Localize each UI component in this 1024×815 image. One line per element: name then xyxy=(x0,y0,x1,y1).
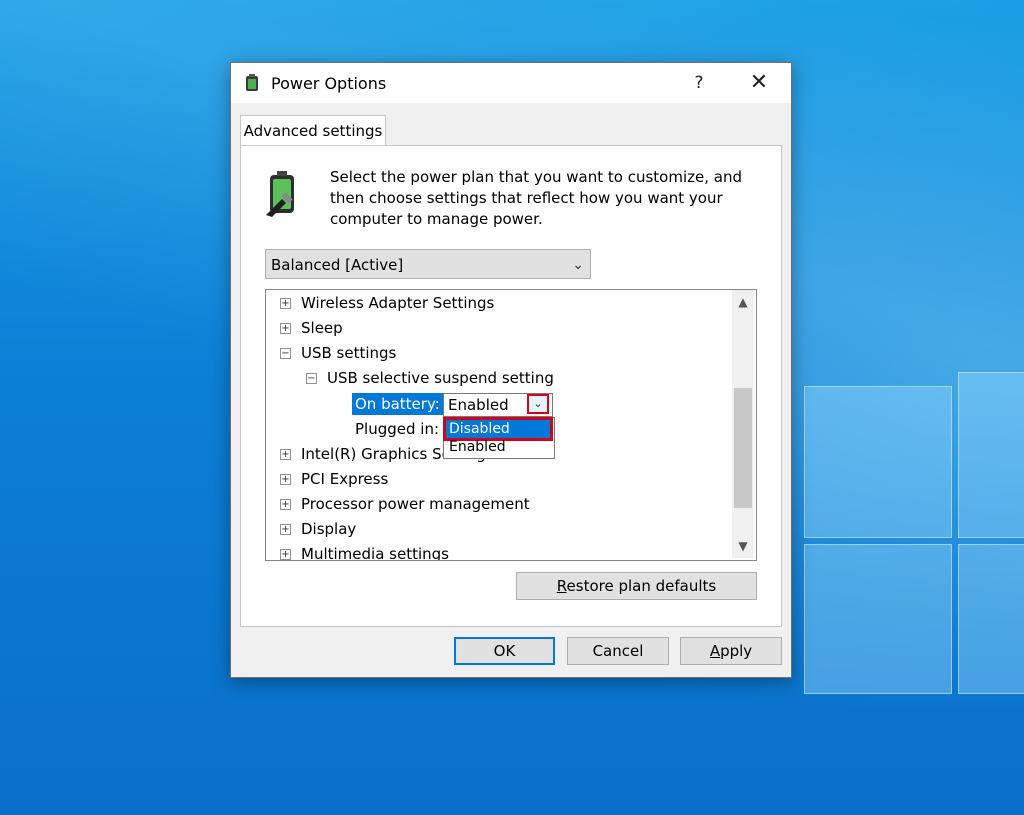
tree-item-label: USB settings xyxy=(301,344,397,362)
expand-icon[interactable]: + xyxy=(280,524,291,535)
tree-item-label: USB selective suspend setting xyxy=(327,369,554,387)
logo-pane xyxy=(958,544,1024,694)
window-title: Power Options xyxy=(271,74,387,93)
expand-icon[interactable]: + xyxy=(280,449,291,460)
power-plan-select[interactable]: Balanced [Active] ⌄ xyxy=(265,249,591,279)
collapse-icon[interactable]: − xyxy=(280,348,291,359)
tree-item-label: Processor power management xyxy=(301,495,530,513)
apply-accelerator: A xyxy=(709,642,721,660)
restore-accelerator: R xyxy=(556,577,567,595)
ok-button[interactable]: OK xyxy=(454,637,555,665)
restore-plan-defaults-button[interactable]: Restore plan defaults xyxy=(516,572,757,600)
collapse-icon[interactable]: − xyxy=(306,373,317,384)
tab-advanced-settings[interactable]: Advanced settings xyxy=(240,115,386,146)
close-button[interactable]: ✕ xyxy=(736,67,782,99)
apply-label: pply xyxy=(720,642,753,660)
expand-icon[interactable]: + xyxy=(280,474,291,485)
tree-item-label: Wireless Adapter Settings xyxy=(301,294,495,312)
expand-icon[interactable]: + xyxy=(280,323,291,334)
combo-dropdown-button[interactable]: ⌄ xyxy=(527,394,549,414)
cancel-button[interactable]: Cancel xyxy=(567,637,669,665)
settings-tree[interactable]: + Wireless Adapter Settings + Sleep − US… xyxy=(265,289,757,561)
tree-item-label: Display xyxy=(301,520,357,538)
expand-icon[interactable]: + xyxy=(280,549,291,560)
expand-icon[interactable]: + xyxy=(280,499,291,510)
dropdown-option-enabled[interactable]: Enabled xyxy=(446,438,550,456)
scroll-thumb[interactable] xyxy=(734,388,752,508)
windows-logo xyxy=(800,372,1024,694)
expand-icon[interactable]: + xyxy=(280,298,291,309)
combo-value: Enabled xyxy=(448,396,509,414)
power-options-dialog: Power Options ? ✕ Advanced settings Sele… xyxy=(230,62,792,678)
scroll-up-icon[interactable]: ▲ xyxy=(732,290,754,314)
apply-button[interactable]: Apply xyxy=(680,637,782,665)
power-options-icon xyxy=(246,74,258,91)
on-battery-label: On battery: xyxy=(352,393,443,415)
vertical-scrollbar[interactable]: ▲ ▼ xyxy=(732,290,754,558)
battery-plug-icon xyxy=(266,171,294,217)
description-text: Select the power plan that you want to c… xyxy=(330,168,742,228)
chevron-down-icon: ⌄ xyxy=(572,257,584,273)
dropdown-option-disabled[interactable]: Disabled xyxy=(443,417,553,441)
help-button[interactable]: ? xyxy=(679,67,719,99)
scroll-down-icon[interactable]: ▼ xyxy=(732,534,754,558)
tree-item-label: Multimedia settings xyxy=(301,545,449,561)
restore-label: estore plan defaults xyxy=(566,577,717,595)
power-plan-value: Balanced [Active] xyxy=(271,256,404,274)
logo-pane xyxy=(804,544,952,694)
title-bar: Power Options ? ✕ xyxy=(231,63,791,103)
tree-item-plugged-in[interactable]: Plugged in: xyxy=(355,418,439,440)
chevron-down-icon: ⌄ xyxy=(533,397,543,410)
plugged-in-label: Plugged in: xyxy=(355,420,440,438)
close-icon: ✕ xyxy=(749,70,769,95)
tree-item-label: PCI Express xyxy=(301,470,389,488)
logo-pane xyxy=(804,386,952,538)
logo-pane xyxy=(958,372,1024,538)
tree-item-label: Sleep xyxy=(301,319,343,337)
combo-dropdown-list: Disabled Enabled xyxy=(443,417,555,459)
